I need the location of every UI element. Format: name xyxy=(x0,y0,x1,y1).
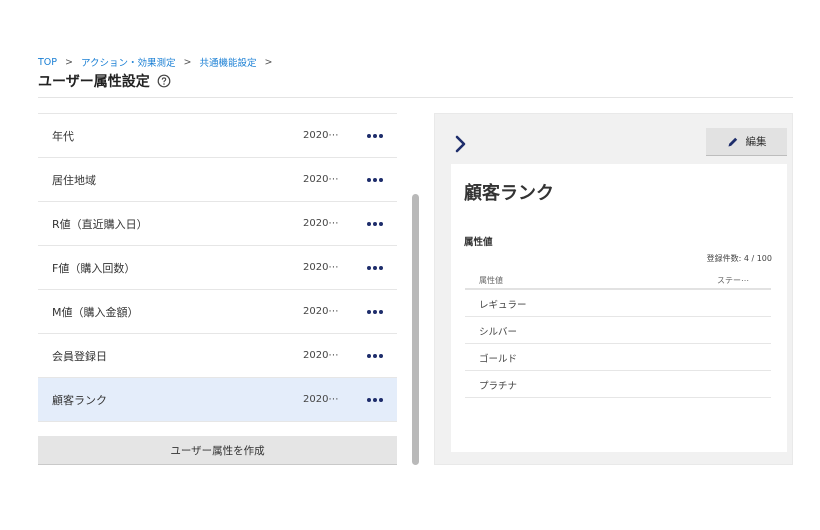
more-options-icon[interactable] xyxy=(366,347,384,365)
list-item-selected[interactable]: 顧客ランク 2020⋯ xyxy=(38,378,397,422)
pencil-icon xyxy=(728,137,737,146)
user-attribute-list: 年代 2020⋯ 居住地域 2020⋯ R値（直近購入日） 2020⋯ F値（購… xyxy=(38,113,397,422)
count-label: 登録件数: xyxy=(706,254,744,263)
attribute-values-table: 属性値 ステー⋯ レギュラー シルバー ゴールド プラチナ xyxy=(465,270,771,398)
more-options-icon[interactable] xyxy=(366,127,384,145)
attribute-detail-card: 顧客ランク 属性値 登録件数: 4 / 100 属性値 ステー⋯ レギュラー シ… xyxy=(451,164,787,452)
list-item-date: 2020⋯ xyxy=(303,174,339,185)
more-options-icon[interactable] xyxy=(366,303,384,321)
page-title: ユーザー属性設定 xyxy=(38,74,150,90)
list-scrollbar[interactable] xyxy=(412,194,419,465)
breadcrumb-separator: > xyxy=(264,56,273,68)
chevron-right-icon[interactable] xyxy=(455,135,467,153)
table-header: 属性値 ステー⋯ xyxy=(465,270,771,290)
more-options-icon[interactable] xyxy=(366,215,384,233)
list-item-name: R値（直近購入日） xyxy=(52,217,148,231)
column-header-status: ステー⋯ xyxy=(717,276,749,285)
list-item-name: 顧客ランク xyxy=(52,393,107,407)
page-title-row: ユーザー属性設定 xyxy=(38,71,171,91)
more-options-icon[interactable] xyxy=(366,171,384,189)
list-item[interactable]: F値（購入回数） 2020⋯ xyxy=(38,246,397,290)
section-label: 属性値 xyxy=(464,237,493,248)
edit-button[interactable]: 編集 xyxy=(706,128,787,156)
list-item-date: 2020⋯ xyxy=(303,350,339,361)
breadcrumb-action-link[interactable]: アクション・効果測定 xyxy=(81,55,176,69)
header-divider xyxy=(38,97,793,98)
list-item-date: 2020⋯ xyxy=(303,130,339,141)
list-item-date: 2020⋯ xyxy=(303,394,339,405)
table-cell: プラチナ xyxy=(479,381,518,392)
breadcrumb-common-settings-link[interactable]: 共通機能設定 xyxy=(199,55,256,69)
table-row: シルバー xyxy=(465,317,771,344)
table-cell: シルバー xyxy=(479,327,518,338)
list-item[interactable]: 年代 2020⋯ xyxy=(38,114,397,158)
list-item-date: 2020⋯ xyxy=(303,262,339,273)
breadcrumb: TOP > アクション・効果測定 > 共通機能設定 > xyxy=(38,55,280,70)
detail-title: 顧客ランク xyxy=(464,183,554,204)
breadcrumb-separator: > xyxy=(183,56,192,68)
list-item-name: M値（購入金額） xyxy=(52,305,139,319)
table-row: プラチナ xyxy=(465,371,771,398)
list-item-name: 会員登録日 xyxy=(52,349,107,363)
table-row: レギュラー xyxy=(465,290,771,317)
list-item[interactable]: 居住地域 2020⋯ xyxy=(38,158,397,202)
list-item-date: 2020⋯ xyxy=(303,218,339,229)
registration-count: 登録件数: 4 / 100 xyxy=(707,253,772,264)
edit-button-label: 編集 xyxy=(745,136,767,148)
more-options-icon[interactable] xyxy=(366,259,384,277)
list-item[interactable]: M値（購入金額） 2020⋯ xyxy=(38,290,397,334)
list-item[interactable]: R値（直近購入日） 2020⋯ xyxy=(38,202,397,246)
list-item-name: F値（購入回数） xyxy=(52,261,136,275)
question-circle-icon[interactable] xyxy=(157,74,171,88)
count-max: / 100 xyxy=(748,254,772,263)
column-header-value: 属性値 xyxy=(479,276,503,285)
list-item-name: 年代 xyxy=(52,129,74,143)
list-item-name: 居住地域 xyxy=(52,173,96,187)
table-cell: レギュラー xyxy=(479,300,527,311)
detail-panel: 編集 顧客ランク 属性値 登録件数: 4 / 100 属性値 ステー⋯ レギュラ… xyxy=(434,113,793,465)
list-item[interactable]: 会員登録日 2020⋯ xyxy=(38,334,397,378)
breadcrumb-separator: > xyxy=(65,56,73,68)
table-row: ゴールド xyxy=(465,344,771,371)
table-cell: ゴールド xyxy=(479,354,518,365)
list-item-date: 2020⋯ xyxy=(303,306,339,317)
more-options-icon[interactable] xyxy=(366,391,384,409)
breadcrumb-top-link[interactable]: TOP xyxy=(38,57,57,68)
create-user-attribute-button[interactable]: ユーザー属性を作成 xyxy=(38,436,397,465)
